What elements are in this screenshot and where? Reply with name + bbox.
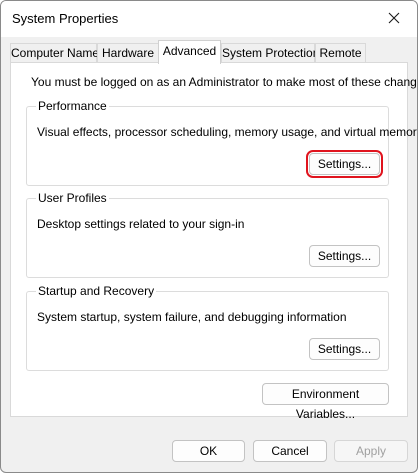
user-profiles-group: User Profiles Desktop settings related t… — [26, 191, 389, 278]
tab-advanced[interactable]: Advanced — [158, 40, 221, 64]
advanced-tab-panel: You must be logged on as an Administrato… — [10, 62, 417, 421]
performance-group: Performance Visual effects, processor sc… — [26, 99, 417, 186]
startup-recovery-group: Startup and Recovery System startup, sys… — [26, 284, 389, 371]
tab-system-protection[interactable]: System Protection — [221, 43, 319, 63]
performance-description: Visual effects, processor scheduling, me… — [37, 125, 418, 139]
environment-variables-button[interactable]: Environment Variables... — [262, 383, 389, 421]
tab-hardware[interactable]: Hardware — [97, 43, 159, 63]
tab-computer-name[interactable]: Computer Name — [10, 43, 99, 63]
performance-title: Performance — [36, 99, 109, 113]
cancel-button[interactable]: Cancel — [253, 440, 327, 462]
close-icon — [388, 12, 400, 24]
startup-recovery-settings-button[interactable]: Settings... — [309, 338, 380, 360]
window-title: System Properties — [12, 11, 119, 26]
startup-recovery-title: Startup and Recovery — [36, 284, 157, 298]
title-bar[interactable]: System Properties — [1, 1, 417, 37]
user-profiles-description: Desktop settings related to your sign-in — [37, 217, 245, 231]
user-profiles-title: User Profiles — [36, 191, 109, 205]
tab-strip: Computer Name Hardware Advanced System P… — [1, 37, 417, 64]
admin-notice: You must be logged on as an Administrato… — [31, 75, 418, 89]
user-profiles-settings-button[interactable]: Settings... — [309, 245, 380, 267]
tab-remote[interactable]: Remote — [315, 43, 366, 63]
performance-settings-button[interactable]: Settings... — [306, 150, 383, 178]
system-properties-window: System Properties Computer Name Hardware… — [0, 0, 418, 473]
close-button[interactable] — [371, 1, 417, 35]
ok-button[interactable]: OK — [172, 440, 245, 462]
apply-button[interactable]: Apply — [334, 440, 408, 462]
startup-recovery-description: System startup, system failure, and debu… — [37, 310, 347, 324]
